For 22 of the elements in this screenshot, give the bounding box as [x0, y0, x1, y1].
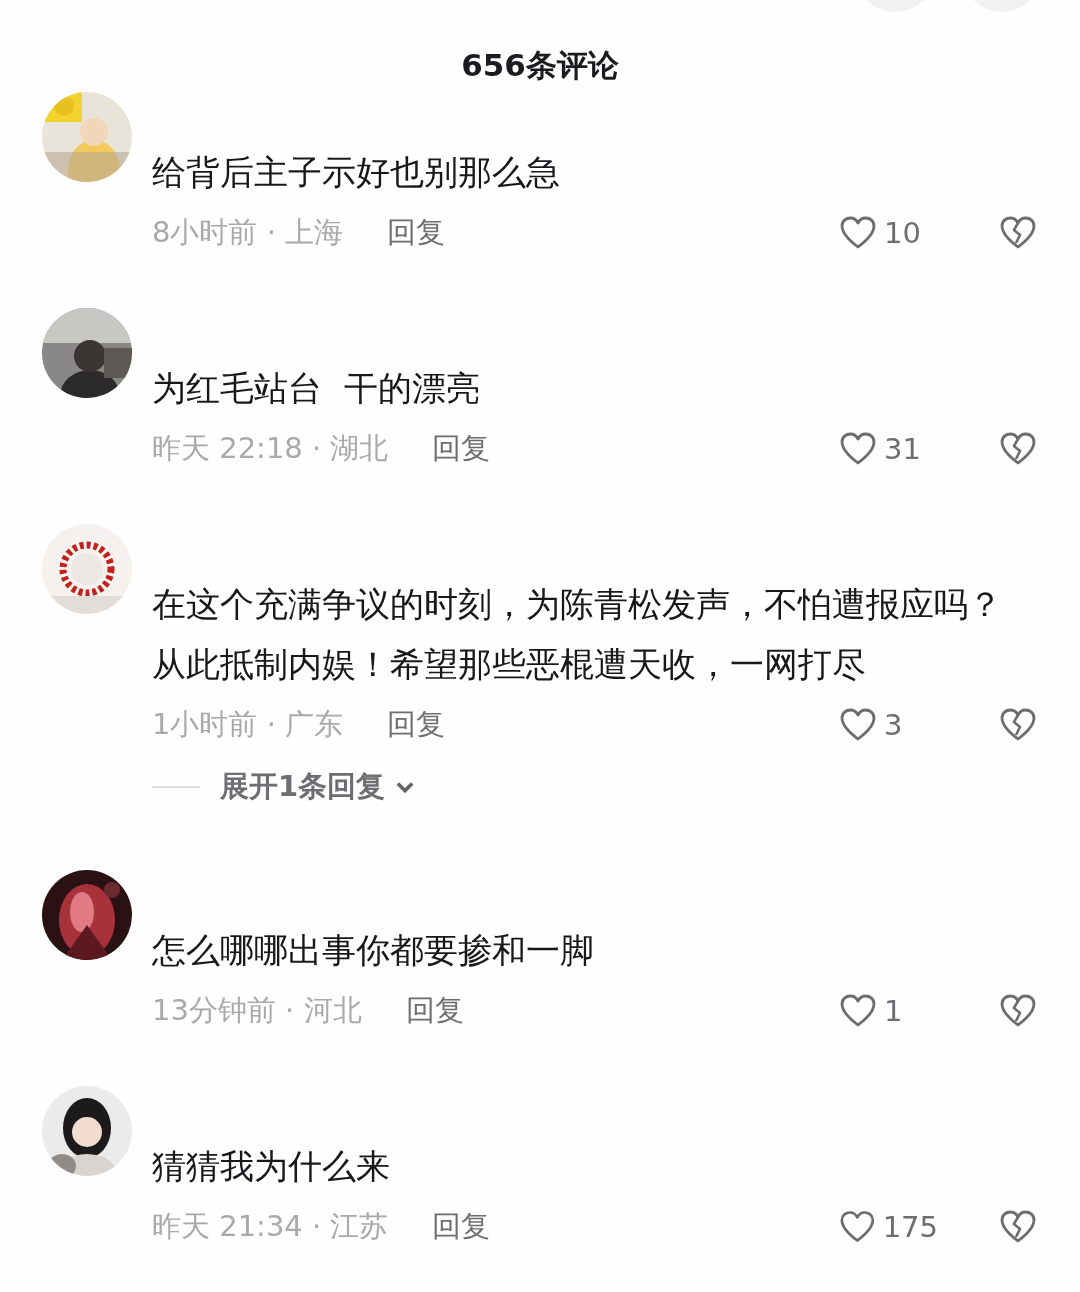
comment-text: 怎么哪哪出事你都要掺和一脚	[152, 929, 595, 972]
comment-text: 猜猜我为什么来	[152, 1145, 391, 1188]
like-count: 3	[884, 708, 903, 742]
like-count: 31	[884, 432, 921, 466]
comment-text: 在这个充满争议的时刻，为陈青松发声，不怕遭报应吗？从此抵制内娱！希望那些恶棍遭天收，一网打尽	[152, 583, 1003, 686]
comment-time-location: 1小时前 · 广东	[152, 706, 344, 743]
reply-link[interactable]: 回复	[387, 705, 446, 745]
reply-link[interactable]: 回复	[387, 213, 446, 253]
like-count: 10	[884, 216, 921, 250]
comment-count-title: 656条评论	[461, 46, 619, 85]
comment-time-location: 8小时前 · 上海	[152, 214, 344, 251]
expand-replies-link[interactable]: 展开1条回复	[220, 767, 418, 807]
comment-time-location: 昨天 22:18 · 湖北	[152, 430, 389, 467]
reply-link[interactable]: 回复	[405, 991, 464, 1031]
like-count: 175	[882, 1210, 938, 1244]
comment-time-location: 昨天 21:34 · 江苏	[152, 1208, 389, 1245]
comment-time-location: 13分钟前 · 河北	[152, 992, 362, 1029]
comment-text: 给背后主子示好也别那么急	[152, 151, 561, 194]
reply-link[interactable]: 回复	[432, 429, 491, 469]
like-count: 1	[884, 994, 903, 1028]
comment-text: 为红毛站台 干的漂亮	[152, 367, 481, 410]
reply-link[interactable]: 回复	[432, 1207, 491, 1247]
